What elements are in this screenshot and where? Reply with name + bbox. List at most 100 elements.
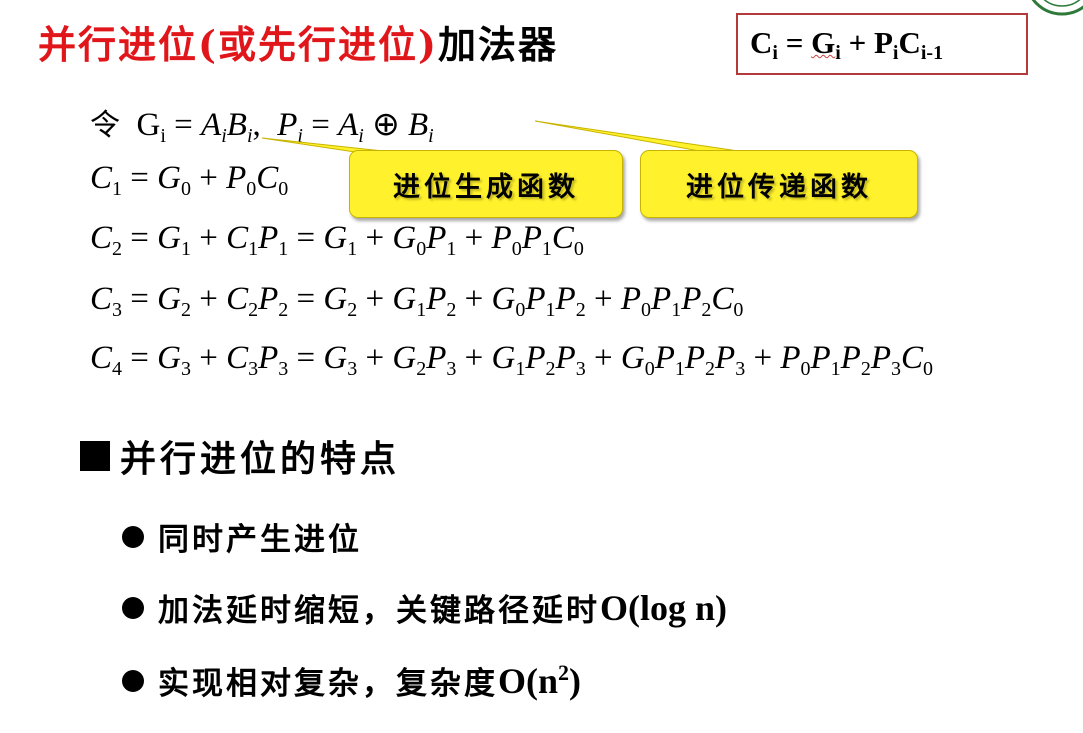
bullet-text: 实现相对复杂，复杂度 <box>158 666 498 702</box>
definition-line: 令 Gi = AiBi, Pi = Ai ⊕ Bi <box>90 100 434 148</box>
math-operator: + <box>357 281 393 317</box>
math-symbol: P <box>810 340 831 376</box>
bullet-dot-icon <box>122 596 144 619</box>
math-symbol: G <box>392 281 417 317</box>
formula-c: C <box>750 25 773 60</box>
math-subscript: 3 <box>347 358 358 380</box>
math-subscript: 1 <box>515 358 526 380</box>
bullet-item-2: 加法延时缩短，关键路径延时 O(log n) <box>122 585 727 630</box>
def-p: P <box>277 107 298 143</box>
equation-c2: C2 = G1 + C1P1 = G1 + G0P1 + P0P1C0 <box>90 220 584 261</box>
carry-formula-box: Ci = Gi + PiCi-1 <box>736 13 1028 75</box>
equation-c1: C1 = G0 + P0C0 <box>90 160 288 201</box>
math-subscript: 0 <box>641 299 652 321</box>
math-symbol: C <box>90 220 113 256</box>
complexity-exponent: 2 <box>558 659 570 685</box>
math-subscript: 3 <box>446 358 457 380</box>
carry-generate-callout: 进位生成函数 <box>349 150 623 218</box>
math-subscript: 0 <box>800 358 811 380</box>
math-symbol: P <box>426 220 447 256</box>
math-subscript: 1 <box>112 178 123 200</box>
math-subscript: 3 <box>112 299 123 321</box>
math-operator: = <box>288 340 324 376</box>
formula-p: P <box>873 25 893 60</box>
math-symbol: G <box>491 340 516 376</box>
math-subscript: 0 <box>180 178 191 200</box>
equation-c3: C3 = G2 + C2P2 = G2 + G1P2 + G0P1P2 + P0… <box>90 281 743 322</box>
math-subscript: 3 <box>575 358 586 380</box>
math-symbol: P <box>258 340 279 376</box>
carry-generate-label: 进位生成函数 <box>393 171 579 203</box>
math-symbol: P <box>870 340 892 376</box>
math-symbol: G <box>157 160 181 196</box>
math-subscript: 2 <box>575 299 586 321</box>
math-symbol: G <box>157 220 181 256</box>
math-subscript: 0 <box>515 299 526 321</box>
math-symbol: P <box>258 281 279 317</box>
math-symbol: P <box>780 340 801 376</box>
math-subscript: 2 <box>705 358 716 380</box>
math-subscript: 0 <box>416 238 427 260</box>
math-operator: + <box>190 160 227 196</box>
section-heading: 并行进位的特点 <box>80 430 400 482</box>
math-symbol: C <box>226 220 249 256</box>
math-symbol: C <box>256 160 279 196</box>
formula-c-prev: C <box>898 25 921 60</box>
math-symbol: P <box>620 281 642 317</box>
math-subscript: 1 <box>545 299 556 321</box>
title-black-part: 加法器 <box>437 22 558 67</box>
math-operator: = <box>122 220 158 256</box>
university-logo <box>1031 0 1083 16</box>
math-subscript: 2 <box>860 358 871 380</box>
def-b: B <box>408 107 429 143</box>
bullet-complexity: O(n2) <box>498 660 581 702</box>
math-subscript: 2 <box>278 299 289 321</box>
math-symbol: G <box>157 281 181 317</box>
math-symbol: C <box>551 220 574 256</box>
math-subscript: 1 <box>671 299 682 321</box>
math-symbol: P <box>654 340 675 376</box>
def-a: A <box>338 107 359 143</box>
math-symbol: G <box>392 220 417 256</box>
math-subscript: 1 <box>541 238 552 260</box>
math-operator: + <box>190 220 227 256</box>
carry-propagate-label: 进位传递函数 <box>686 171 872 203</box>
math-symbol: C <box>90 340 113 376</box>
math-subscript: 0 <box>733 299 744 321</box>
math-subscript: 1 <box>347 238 358 260</box>
math-symbol: C <box>90 160 113 196</box>
math-operator: + <box>745 340 781 376</box>
def-sub: i <box>428 125 434 147</box>
math-subscript: 4 <box>112 358 123 380</box>
math-subscript: 1 <box>674 358 685 380</box>
title-red-part: 并行进位(或先行进位) <box>38 22 438 67</box>
math-subscript: 2 <box>545 358 556 380</box>
math-subscript: 0 <box>511 238 522 260</box>
math-symbol: G <box>491 281 516 317</box>
math-symbol: P <box>555 340 576 376</box>
math-operator: + <box>357 340 393 376</box>
math-subscript: 1 <box>830 358 841 380</box>
section-heading-text: 并行进位的特点 <box>120 438 401 480</box>
math-symbol: G <box>157 340 181 376</box>
math-symbol: P <box>651 281 672 317</box>
math-symbol: C <box>226 281 249 317</box>
def-eq: = <box>302 107 339 143</box>
math-operator: + <box>585 340 621 376</box>
math-symbol: C <box>226 340 249 376</box>
math-operator: + <box>585 281 621 317</box>
math-operator: = <box>122 160 158 196</box>
page-title: 并行进位(或先行进位)加法器 <box>38 14 558 69</box>
math-subscript: 2 <box>180 299 191 321</box>
carry-propagate-callout: 进位传递函数 <box>640 150 918 218</box>
math-subscript: 3 <box>180 358 191 380</box>
math-symbol: P <box>226 160 247 196</box>
math-subscript: 1 <box>416 299 427 321</box>
def-g: G <box>136 107 161 143</box>
xor-symbol: ⊕ <box>372 107 400 143</box>
math-symbol: P <box>681 281 702 317</box>
formula-g-group: Gi <box>811 25 841 64</box>
def-eq: = <box>165 107 202 143</box>
math-symbol: C <box>90 281 113 317</box>
math-operator: = <box>288 281 324 317</box>
